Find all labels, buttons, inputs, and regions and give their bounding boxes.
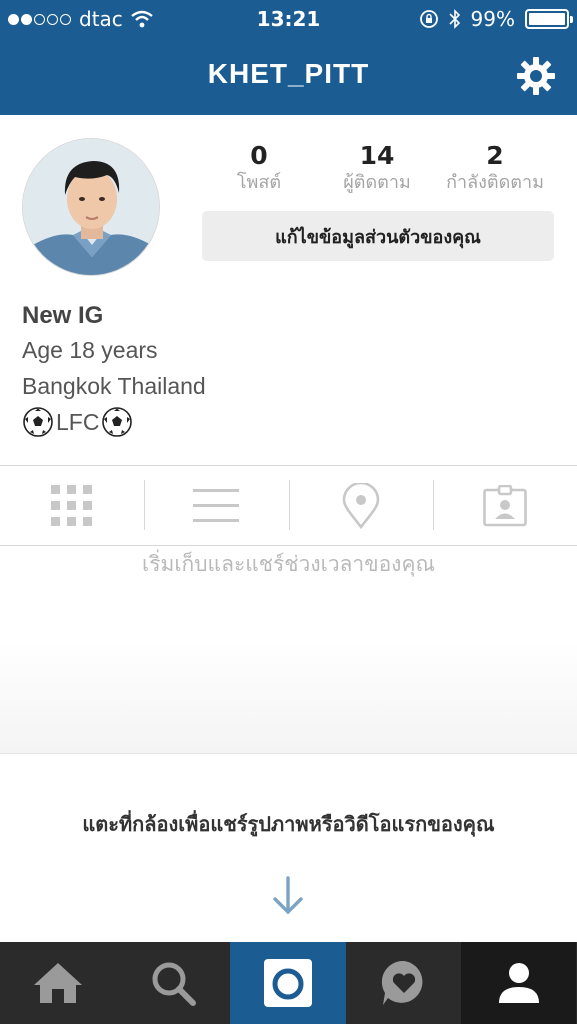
soccer-ball-icon	[23, 407, 53, 437]
stat-value: 2	[486, 141, 504, 170]
search-icon	[152, 962, 196, 1006]
bottom-nav	[0, 942, 577, 1024]
tab-tagged[interactable]	[432, 466, 577, 545]
stat-posts[interactable]: 0 โพสต์	[200, 142, 318, 196]
tagged-photos-icon	[483, 484, 527, 526]
profile-view-tabs	[0, 465, 577, 546]
avatar[interactable]	[22, 138, 160, 276]
stat-value: 0	[250, 141, 268, 170]
battery-percent: 99%	[470, 7, 515, 31]
stat-label: ผู้ติดตาม	[343, 172, 411, 193]
bio-line: Age 18 years	[22, 337, 158, 363]
stat-value: 14	[359, 141, 395, 170]
stat-followers[interactable]: 14 ผู้ติดตาม	[318, 142, 436, 196]
tab-list[interactable]	[144, 466, 288, 545]
home-icon	[33, 963, 82, 1003]
battery-icon	[525, 9, 573, 29]
tab-map[interactable]	[288, 466, 433, 545]
nav-search[interactable]	[115, 942, 230, 1024]
share-prompt: แตะที่กล้องเพื่อแชร์รูปภาพหรือวิดีโอแรกข…	[82, 812, 495, 836]
empty-state-message: เริ่มเก็บและแชร์ช่วงเวลาของคุณ	[142, 552, 435, 576]
soccer-ball-icon	[102, 407, 133, 437]
stat-label: กำลังติดตาม	[446, 172, 544, 193]
app-header: dtac 13:21 99% KHET_PITT	[0, 0, 577, 115]
gear-icon[interactable]	[516, 56, 556, 96]
profile-bio: New IG Age 18 years Bangkok Thailand LFC	[22, 300, 206, 440]
bluetooth-icon	[448, 9, 460, 29]
profile-name: New IG	[22, 302, 104, 329]
profile-icon	[498, 963, 539, 1003]
arrow-down-icon	[273, 876, 303, 915]
bio-line: Bangkok Thailand	[22, 373, 206, 399]
status-bar: dtac 13:21 99%	[0, 0, 577, 38]
tab-grid[interactable]	[0, 466, 144, 545]
nav-activity[interactable]	[346, 942, 461, 1024]
nav-camera[interactable]	[230, 942, 346, 1024]
stat-label: โพสต์	[236, 172, 282, 193]
page-title: KHET_PITT	[207, 58, 370, 89]
nav-profile[interactable]	[461, 942, 576, 1024]
bio-tag-text: LFC	[56, 409, 100, 435]
nav-home[interactable]	[0, 942, 115, 1024]
rotation-lock-icon	[419, 10, 438, 28]
empty-state-divider	[0, 640, 577, 754]
location-pin-icon	[342, 482, 379, 529]
grid-icon	[51, 484, 93, 526]
camera-icon	[264, 959, 312, 1007]
profile-stats: 0 โพสต์ 14 ผู้ติดตาม 2 กำลังติดตาม	[200, 142, 560, 196]
bio-line: LFC	[22, 404, 206, 440]
activity-heart-icon	[381, 960, 422, 1005]
stat-following[interactable]: 2 กำลังติดตาม	[436, 142, 554, 196]
status-right: 99%	[419, 7, 573, 31]
edit-profile-button[interactable]: แก้ไขข้อมูลส่วนตัวของคุณ	[202, 211, 554, 261]
list-icon	[193, 488, 240, 522]
